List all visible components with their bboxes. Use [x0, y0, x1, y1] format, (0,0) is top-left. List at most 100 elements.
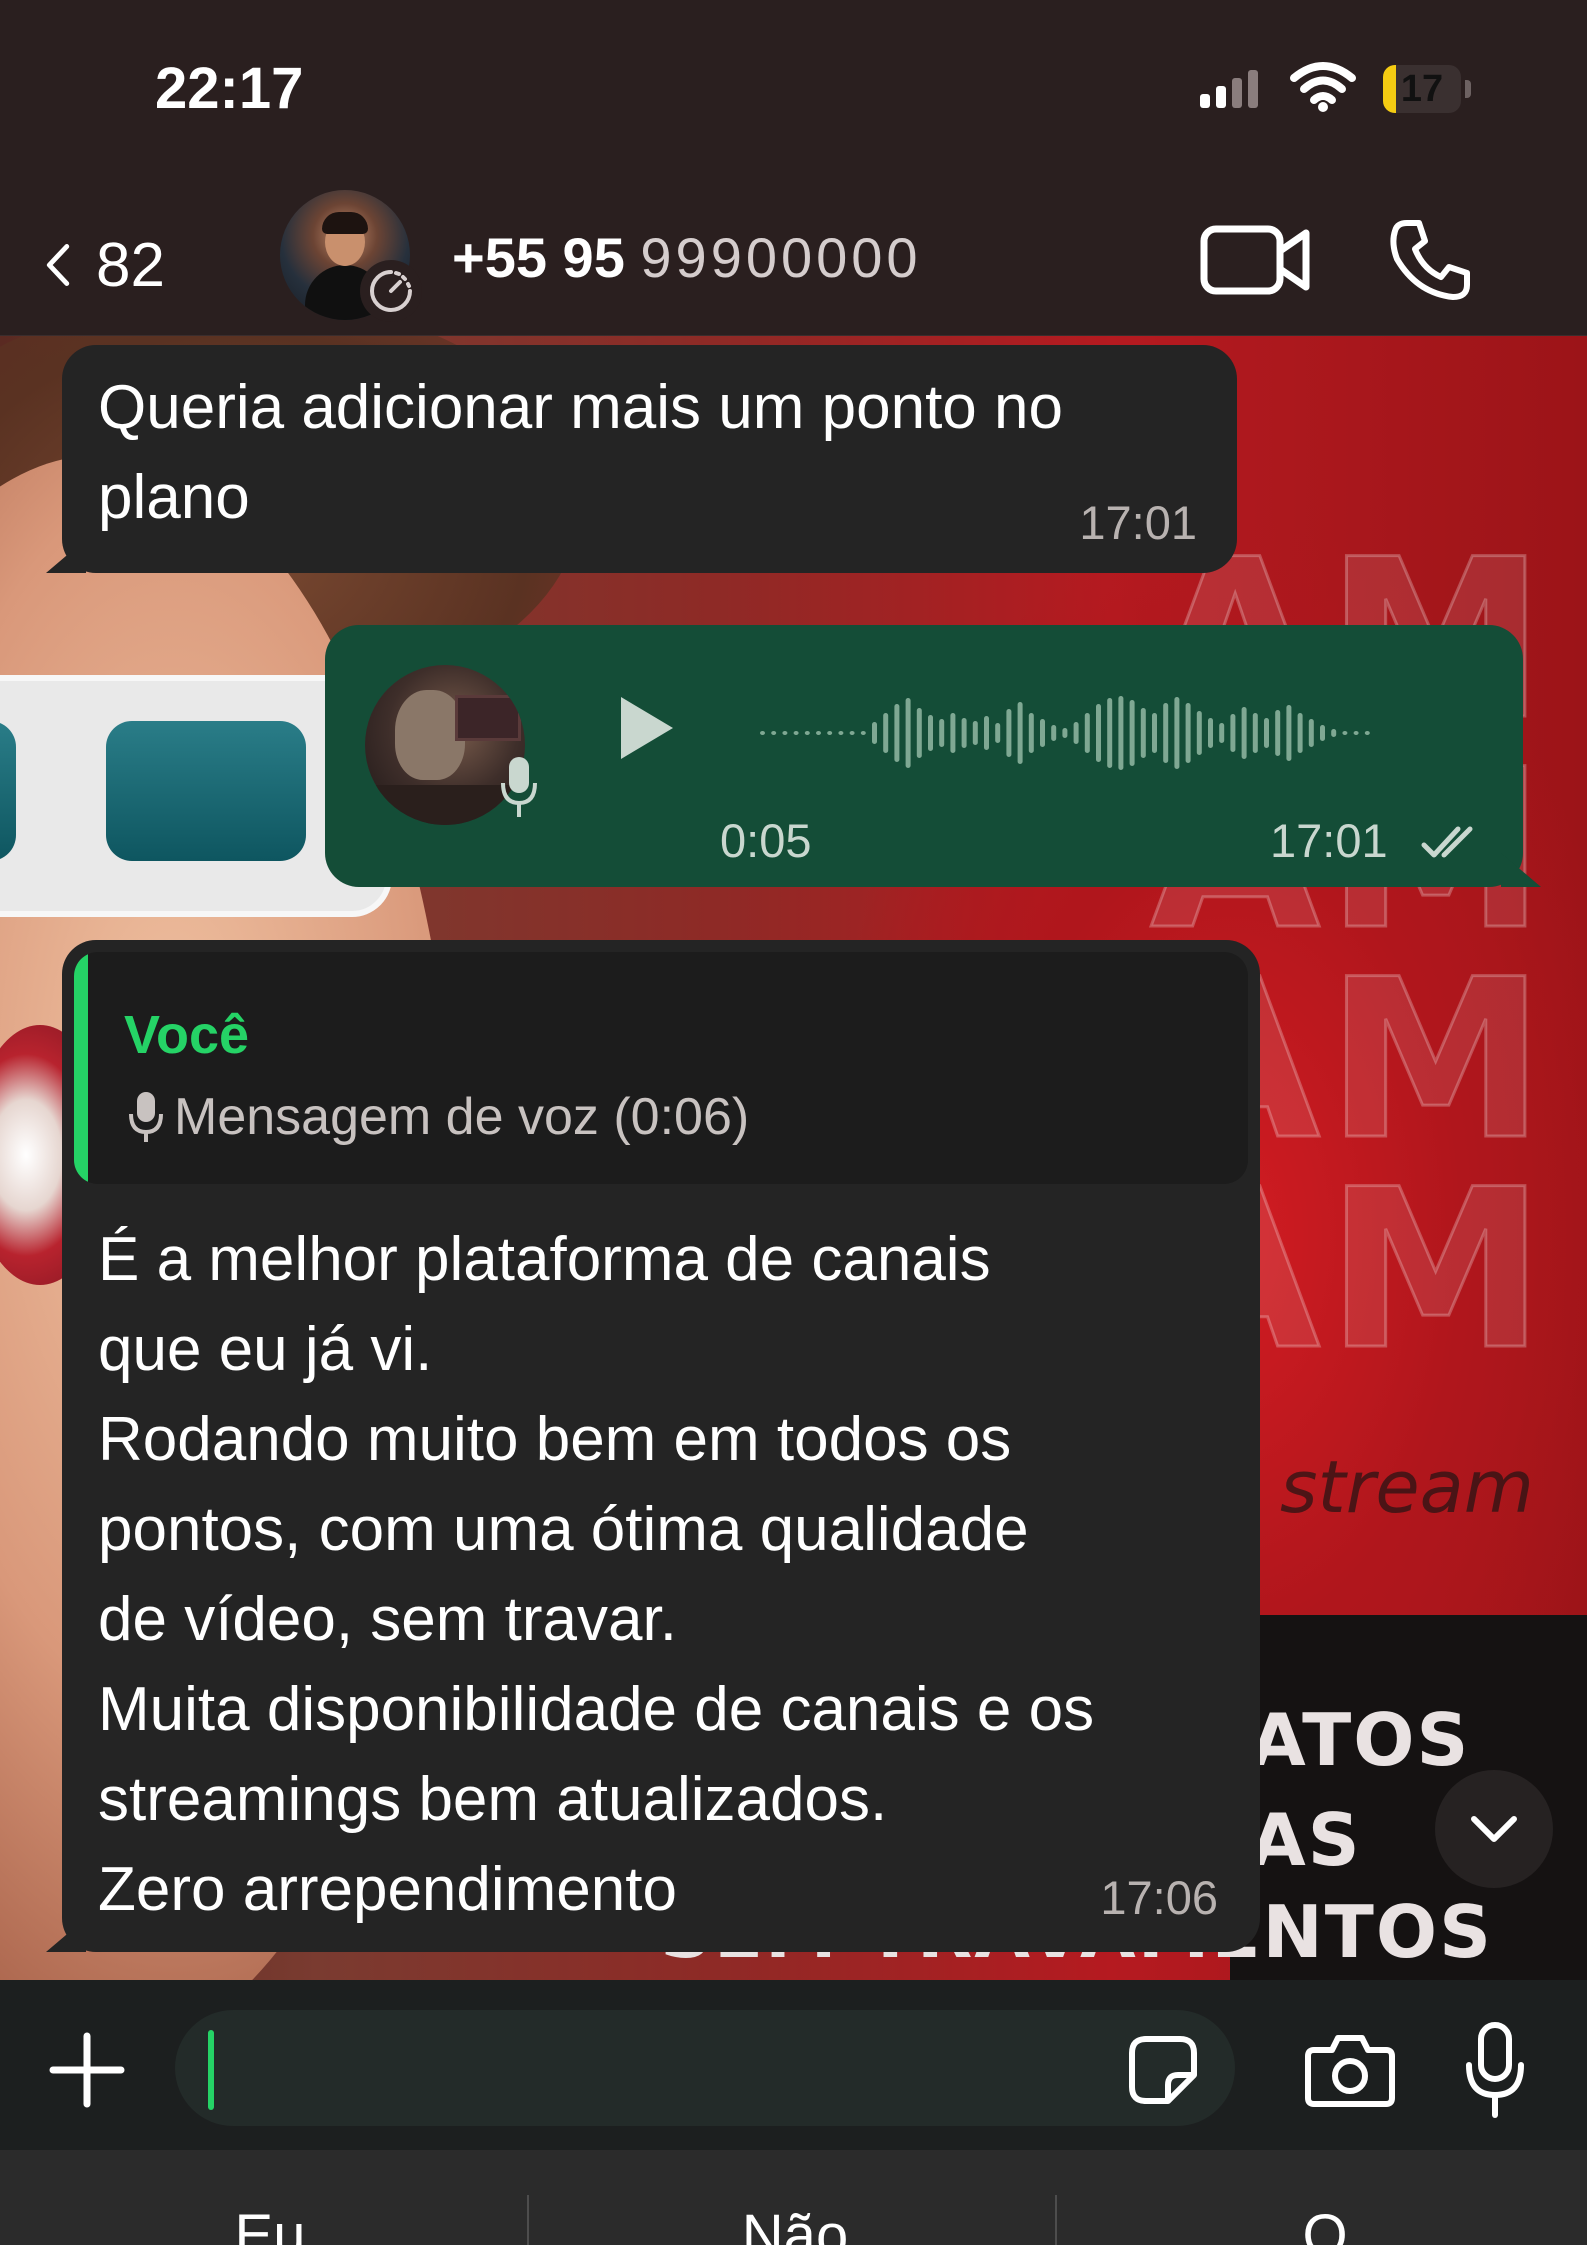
- waveform-bar: [939, 719, 945, 747]
- play-button[interactable]: [615, 693, 677, 768]
- read-receipt-icon: [1421, 826, 1473, 858]
- waveform-bar: [1028, 713, 1034, 753]
- camera-button[interactable]: [1300, 2020, 1400, 2120]
- waveform-bar: [1017, 702, 1023, 764]
- waveform-bar: [1264, 718, 1269, 748]
- waveform-bar: [849, 731, 855, 735]
- waveform-bar: [782, 731, 788, 735]
- video-call-button[interactable]: [1198, 215, 1313, 305]
- sticker-icon: [1129, 2036, 1197, 2104]
- chevron-left-icon: [46, 244, 70, 286]
- incoming-reply-message[interactable]: Você Mensagem de voz (0:06) É a melhor p…: [46, 940, 1260, 1952]
- waveform-bar: [1252, 713, 1258, 753]
- waveform-bar: [771, 731, 777, 735]
- message-input[interactable]: [175, 2010, 1235, 2126]
- waveform-bar: [827, 731, 833, 735]
- play-icon: [621, 697, 673, 759]
- waveform-bar: [1163, 703, 1169, 763]
- microphone-icon: [1466, 2022, 1524, 2118]
- scroll-to-bottom-button[interactable]: [1435, 1770, 1553, 1888]
- message-line: streamings bem atualizados.: [98, 1765, 888, 1834]
- microphone-icon: [129, 1092, 163, 1142]
- status-time: 22:17: [155, 56, 304, 121]
- message-line: É a melhor plataforma de canais: [98, 1225, 991, 1294]
- back-button[interactable]: 82: [45, 215, 165, 315]
- battery-icon: 17: [1383, 65, 1461, 113]
- camera-icon: [1305, 2035, 1395, 2107]
- phone-icon: [1390, 220, 1470, 300]
- message-line: que eu já vi.: [98, 1315, 433, 1384]
- voice-waveform[interactable]: [730, 673, 1370, 793]
- message-time: 17:06: [1100, 1871, 1218, 1924]
- disappearing-timer-icon: [360, 260, 422, 322]
- suggestion-item[interactable]: Não: [535, 2202, 1055, 2245]
- outgoing-voice-message[interactable]: 0:05 17:01: [325, 625, 1541, 887]
- waveform-bar: [1062, 728, 1068, 738]
- message-time: 17:01: [1079, 496, 1197, 549]
- waveform-bar: [860, 731, 866, 735]
- message-line: pontos, com uma ótima qualidade: [98, 1495, 1029, 1564]
- voice-call-button[interactable]: [1380, 210, 1480, 310]
- sticker-button[interactable]: [1118, 2030, 1208, 2110]
- suggestion-item[interactable]: Eu: [10, 2202, 530, 2245]
- waveform-bar: [1275, 710, 1281, 756]
- waveform-bar: [1308, 719, 1314, 747]
- waveform-bar: [1241, 707, 1247, 759]
- waveform-bar: [760, 731, 765, 735]
- status-bar: 22:17 17: [0, 0, 1587, 190]
- waveform-bar: [838, 731, 844, 735]
- message-line: de vídeo, sem travar.: [98, 1585, 677, 1654]
- waveform-bar: [916, 708, 922, 758]
- waveform-bar: [1208, 718, 1213, 748]
- waveform-bar: [1118, 696, 1124, 770]
- waveform-bar: [1286, 705, 1292, 761]
- attach-button[interactable]: [42, 2025, 132, 2115]
- message-line: Muita disponibilidade de canais e os: [98, 1675, 1095, 1744]
- waveform-bar: [793, 731, 799, 735]
- waveform-bar: [1342, 731, 1348, 735]
- waveform-bar: [1129, 700, 1135, 766]
- video-call-icon: [1200, 225, 1309, 295]
- voice-record-button[interactable]: [1445, 2015, 1545, 2125]
- waveform-bar: [1320, 725, 1325, 741]
- waveform-bar: [1096, 704, 1101, 762]
- text-cursor: [208, 2030, 214, 2110]
- chat-header: 82 +55 95 99900000: [0, 190, 1587, 336]
- wallpaper-promo: ATOS AS: [1250, 1698, 1471, 1882]
- message-composer: [0, 1980, 1587, 2150]
- quoted-author: Você: [124, 1005, 250, 1065]
- waveform-bar: [1185, 703, 1191, 763]
- wallpaper-stream-text: stream: [1280, 1445, 1534, 1529]
- waveform-bar: [1353, 731, 1359, 735]
- waveform-bar: [1331, 729, 1337, 737]
- unread-count: 82: [96, 230, 165, 300]
- waveform-bar: [1084, 713, 1090, 753]
- waveform-bar: [1297, 713, 1303, 753]
- waveform-bar: [1051, 725, 1057, 741]
- waveform-bar: [1152, 713, 1157, 753]
- waveform-bar: [804, 731, 810, 735]
- quoted-message[interactable]: Você Mensagem de voz (0:06): [74, 952, 1248, 1184]
- message-time: 17:01: [1270, 814, 1388, 867]
- waveform-bar: [1040, 719, 1045, 747]
- waveform-bar: [872, 722, 877, 744]
- message-text: Queria adicionar mais um ponto no plano: [98, 373, 1063, 532]
- waveform-bar: [1364, 731, 1370, 735]
- waveform-bar: [961, 718, 967, 748]
- chevron-down-icon: [1471, 1816, 1517, 1842]
- waveform-bar: [1006, 709, 1012, 757]
- waveform-bar: [1107, 698, 1113, 768]
- contact-name[interactable]: +55 95 99900000: [452, 225, 922, 290]
- waveform-bar: [984, 716, 989, 750]
- waveform-bar: [1196, 711, 1202, 755]
- waveform-bar: [1073, 722, 1079, 744]
- message-text: É a melhor plataforma de canais que eu j…: [98, 1215, 1228, 1935]
- microphone-icon: [501, 757, 537, 817]
- waveform-bar: [905, 698, 911, 768]
- waveform-bar: [972, 721, 978, 745]
- plus-icon: [49, 2032, 125, 2108]
- incoming-message[interactable]: Queria adicionar mais um ponto no plano …: [46, 345, 1237, 573]
- cellular-signal-icon: [1200, 70, 1258, 108]
- message-line: Zero arrependimento: [98, 1855, 677, 1924]
- suggestion-item[interactable]: O: [1065, 2202, 1585, 2245]
